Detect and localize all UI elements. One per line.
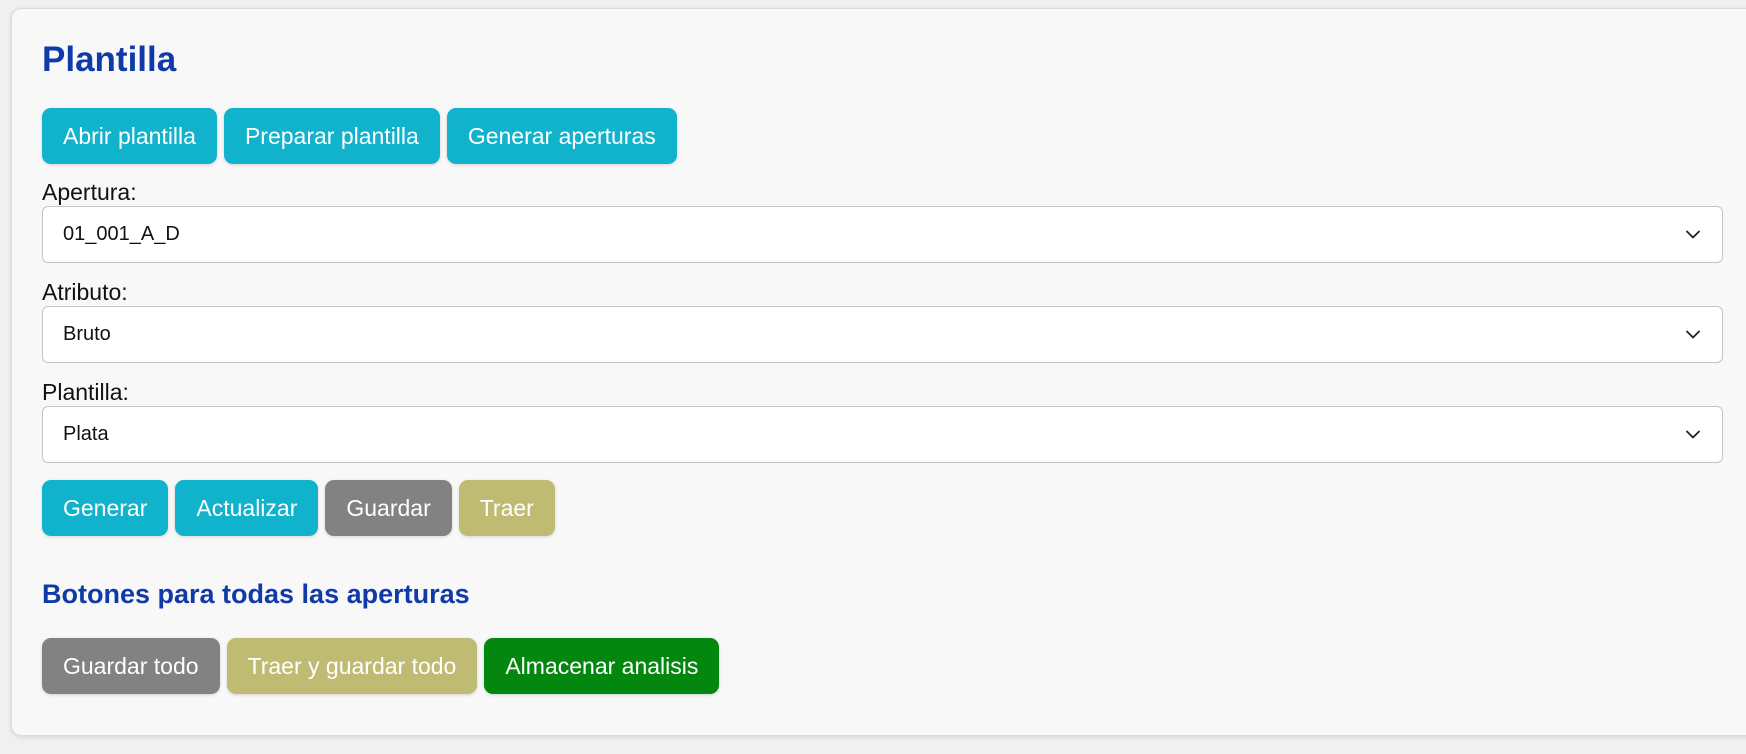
traer-y-guardar-todo-button[interactable]: Traer y guardar todo [226, 638, 478, 694]
chevron-down-icon [1684, 326, 1702, 344]
guardar-todo-button[interactable]: Guardar todo [42, 638, 220, 694]
preparar-plantilla-button[interactable]: Preparar plantilla [223, 108, 440, 164]
page-title: Plantilla [42, 40, 177, 79]
generar-button[interactable]: Generar [42, 480, 169, 536]
all-aperturas-section-title: Botones para todas las aperturas [42, 579, 470, 609]
guardar-button[interactable]: Guardar [325, 480, 452, 536]
plantilla-panel: Plantilla Abrir plantilla Preparar plant… [11, 8, 1746, 736]
plantilla-select[interactable]: Plata [42, 406, 1723, 463]
apertura-select-value: 01_001_A_D [63, 223, 180, 245]
atributo-label: Atributo: [42, 279, 128, 305]
action-button-row: Generar Actualizar Guardar Traer [42, 480, 555, 536]
apertura-select[interactable]: 01_001_A_D [42, 206, 1723, 263]
plantilla-label: Plantilla: [42, 379, 129, 405]
atributo-select[interactable]: Bruto [42, 306, 1723, 363]
chevron-down-icon [1684, 226, 1702, 244]
almacenar-analisis-button[interactable]: Almacenar analisis [484, 638, 720, 694]
generar-aperturas-button[interactable]: Generar aperturas [446, 108, 677, 164]
apertura-label: Apertura: [42, 179, 137, 205]
actualizar-button[interactable]: Actualizar [175, 480, 319, 536]
atributo-select-value: Bruto [63, 323, 111, 345]
plantilla-select-value: Plata [63, 423, 109, 445]
abrir-plantilla-button[interactable]: Abrir plantilla [42, 108, 217, 164]
top-button-row: Abrir plantilla Preparar plantilla Gener… [42, 108, 677, 164]
chevron-down-icon [1684, 426, 1702, 444]
traer-button[interactable]: Traer [458, 480, 555, 536]
all-aperturas-button-row: Guardar todo Traer y guardar todo Almace… [42, 638, 720, 694]
